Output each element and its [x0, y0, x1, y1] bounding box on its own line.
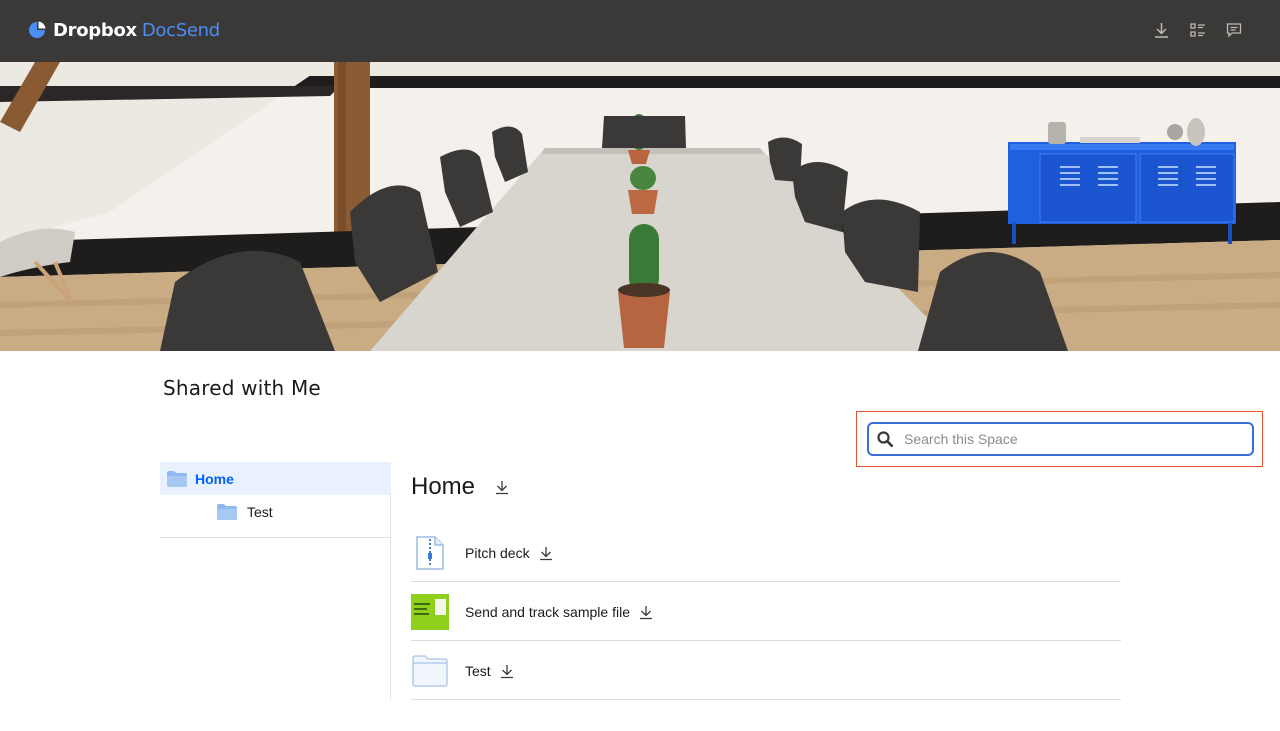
search-icon: [877, 431, 893, 447]
top-bar: Dropbox DocSend: [0, 0, 1280, 62]
download-icon[interactable]: [538, 545, 554, 561]
folder-outline-icon: [412, 654, 448, 687]
file-row[interactable]: Pitch deck: [411, 524, 1121, 582]
search-input[interactable]: [904, 431, 1234, 447]
zip-file-icon: [416, 535, 444, 570]
sidebar-item-test[interactable]: Test: [216, 502, 273, 522]
file-thumbnail: [411, 593, 449, 631]
list-view-button[interactable]: [1189, 20, 1206, 40]
docsend-logo-icon: [29, 21, 46, 38]
download-icon[interactable]: [499, 663, 515, 679]
chat-button[interactable]: [1225, 20, 1242, 40]
file-name[interactable]: Test: [465, 663, 491, 679]
document-thumbnail: [411, 593, 449, 630]
download-icon[interactable]: [638, 604, 654, 620]
conference-room-photo: [0, 62, 1280, 351]
top-actions: [1153, 20, 1242, 40]
brand-product: DocSend: [141, 19, 220, 41]
folder-icon: [217, 504, 237, 520]
list-view-icon: [1189, 23, 1205, 37]
content-title: Home: [411, 473, 476, 500]
download-all-button[interactable]: [1153, 20, 1170, 40]
search-box[interactable]: [867, 422, 1254, 456]
sidebar-divider: [160, 537, 391, 538]
file-thumbnail: [411, 534, 449, 572]
chat-icon: [1226, 23, 1241, 38]
brand-name: Dropbox: [53, 19, 137, 41]
page-title: Shared with Me: [163, 376, 321, 400]
sidebar-item-label: Home: [195, 470, 234, 487]
file-name[interactable]: Send and track sample file: [465, 604, 630, 620]
file-thumbnail: [411, 652, 449, 690]
banner-image: [0, 62, 1280, 351]
sidebar-item-home[interactable]: Home: [160, 462, 391, 495]
download-icon: [1155, 23, 1168, 38]
sidebar-tree: Home Test: [160, 462, 391, 700]
folder-icon: [167, 470, 187, 487]
sidebar-item-label: Test: [247, 504, 273, 520]
brand-logo[interactable]: Dropbox DocSend: [28, 18, 220, 42]
file-row[interactable]: Send and track sample file: [411, 583, 1121, 641]
download-folder-icon[interactable]: [494, 479, 510, 495]
file-name[interactable]: Pitch deck: [465, 545, 530, 561]
file-row[interactable]: Test: [411, 642, 1121, 700]
